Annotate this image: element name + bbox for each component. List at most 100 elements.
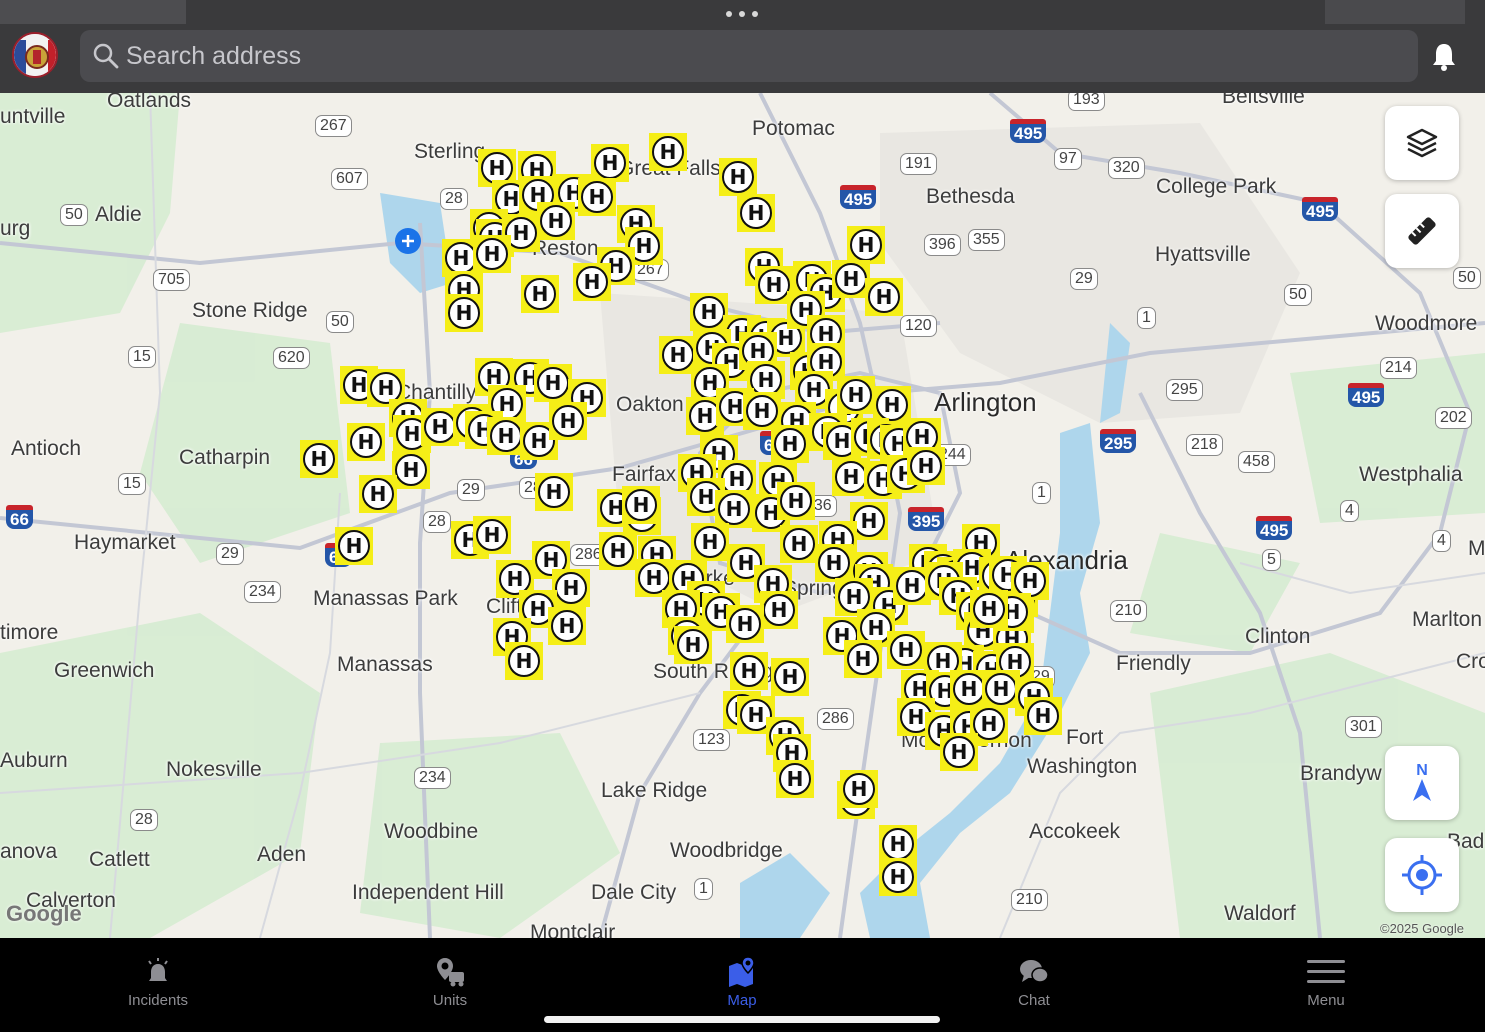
place-label: Waldorf xyxy=(1224,902,1296,925)
hospital-marker[interactable]: H xyxy=(599,532,637,570)
notification-bell-icon[interactable] xyxy=(1430,42,1458,72)
route-shield: 97 xyxy=(1054,148,1082,170)
department-logo-icon[interactable] xyxy=(12,32,58,78)
hospital-marker[interactable]: H xyxy=(907,447,945,485)
hospital-marker[interactable]: H xyxy=(726,605,764,643)
hospital-marker[interactable]: H xyxy=(521,275,559,313)
hospital-marker[interactable]: H xyxy=(737,194,775,232)
route-shield: 214 xyxy=(1380,357,1417,379)
measure-ruler-button[interactable] xyxy=(1385,194,1459,268)
place-label: Antioch xyxy=(11,437,82,460)
hospital-marker[interactable]: H xyxy=(771,425,809,463)
hospital-marker[interactable]: H xyxy=(548,607,586,645)
hospital-marker[interactable]: H xyxy=(776,760,814,798)
hospital-marker[interactable]: H xyxy=(335,527,373,565)
hospital-marker[interactable]: H xyxy=(622,486,660,524)
interstate-shield: 66 xyxy=(6,505,33,529)
hospital-marker[interactable]: H xyxy=(940,733,978,771)
hospital-marker[interactable]: H xyxy=(771,658,809,696)
hospital-icon: H xyxy=(538,476,570,508)
hospital-marker[interactable]: H xyxy=(552,569,590,607)
place-label: Hyattsville xyxy=(1155,243,1251,266)
place-label: Independent Hill xyxy=(352,881,504,904)
route-shield: 620 xyxy=(273,347,310,369)
hospital-marker[interactable]: H xyxy=(347,423,385,461)
hospital-icon: H xyxy=(843,773,875,805)
hospital-marker[interactable]: H xyxy=(780,525,818,563)
place-label: Westphalia xyxy=(1359,463,1463,486)
hospital-marker[interactable]: H xyxy=(1024,697,1062,735)
alarm-bell-icon xyxy=(148,958,168,981)
more-options-icon[interactable] xyxy=(726,8,758,20)
hospital-marker[interactable]: H xyxy=(591,144,629,182)
interstate-shield: 495 xyxy=(1302,197,1339,221)
hospital-marker[interactable]: H xyxy=(505,642,543,680)
hospital-icon: H xyxy=(774,661,806,693)
place-label: Woodmore xyxy=(1375,312,1478,335)
place-label: Woodbine xyxy=(384,820,479,843)
north-arrow-icon: N xyxy=(1413,762,1431,801)
hospital-marker[interactable]: H xyxy=(674,626,712,664)
hospital-marker[interactable]: H xyxy=(445,294,483,332)
place-label: Aldie xyxy=(95,203,142,226)
hospital-marker[interactable]: H xyxy=(840,770,878,808)
hospital-icon: H xyxy=(733,655,765,687)
place-label: M xyxy=(1468,537,1485,560)
hospital-marker[interactable]: H xyxy=(879,858,917,896)
interstate-shield: 495 xyxy=(1256,516,1293,540)
hospital-marker[interactable]: H xyxy=(549,402,587,440)
tab-menu-label: Menu xyxy=(1307,992,1345,1009)
hospital-icon: H xyxy=(835,461,867,493)
place-label: Fairfax xyxy=(612,463,677,486)
hospital-marker[interactable]: H xyxy=(534,364,572,402)
hospital-marker[interactable]: H xyxy=(730,652,768,690)
place-label: Nokesville xyxy=(166,758,262,781)
route-shield: 458 xyxy=(1238,451,1275,473)
hospital-marker[interactable]: H xyxy=(359,475,397,513)
route-shield: 295 xyxy=(1166,379,1203,401)
hospital-marker[interactable]: H xyxy=(970,590,1008,628)
home-indicator[interactable] xyxy=(544,1016,940,1023)
hospital-marker[interactable]: H xyxy=(392,451,430,489)
my-location-button[interactable] xyxy=(1385,838,1459,912)
hospital-marker[interactable]: H xyxy=(573,263,611,301)
hospital-marker[interactable]: H xyxy=(847,226,885,264)
map-view[interactable]: untville Oatlands Sterling Potomac Bethesda C… xyxy=(0,93,1485,938)
interstate-shield: 495 xyxy=(840,185,877,209)
hospital-marker[interactable]: H xyxy=(649,133,687,171)
hospital-marker[interactable]: H xyxy=(535,473,573,511)
hospital-icon: H xyxy=(882,828,914,860)
hospital-icon: H xyxy=(850,229,882,261)
hospital-marker[interactable]: H xyxy=(537,202,575,240)
hospital-marker[interactable]: H xyxy=(837,376,875,414)
hospital-marker[interactable]: H xyxy=(887,631,925,669)
hospital-marker[interactable]: H xyxy=(815,544,853,582)
search-input[interactable] xyxy=(126,30,1406,82)
tab-incidents[interactable]: Incidents xyxy=(10,938,306,1032)
hospital-marker[interactable]: H xyxy=(865,278,903,316)
route-shield: 1 xyxy=(1032,482,1051,504)
hospital-icon: H xyxy=(868,281,900,313)
route-shield: 50 xyxy=(60,204,88,226)
route-shield: 29 xyxy=(457,479,485,501)
hospital-icon: H xyxy=(350,426,382,458)
hospital-marker[interactable]: H xyxy=(473,235,511,273)
hospital-marker[interactable]: H xyxy=(719,158,757,196)
route-shield: 396 xyxy=(924,234,961,256)
hospital-marker[interactable]: H xyxy=(578,178,616,216)
hospital-marker[interactable]: H xyxy=(777,482,815,520)
hospital-marker[interactable]: H xyxy=(844,640,882,678)
map-layers-button[interactable] xyxy=(1385,106,1459,180)
hospital-marker[interactable]: H xyxy=(760,591,798,629)
tab-menu[interactable]: Menu xyxy=(1178,938,1474,1032)
search-bar[interactable] xyxy=(80,30,1418,82)
route-shield: 4 xyxy=(1432,530,1451,552)
google-logo: Google xyxy=(6,901,82,926)
hospital-icon: H xyxy=(729,608,761,640)
hospital-icon: H xyxy=(602,535,634,567)
hospital-marker[interactable]: H xyxy=(473,516,511,554)
hospital-marker[interactable]: H xyxy=(691,523,729,561)
hospital-marker[interactable]: H xyxy=(300,440,338,478)
hospital-icon: H xyxy=(625,489,657,521)
compass-north-button[interactable]: N xyxy=(1385,746,1459,820)
